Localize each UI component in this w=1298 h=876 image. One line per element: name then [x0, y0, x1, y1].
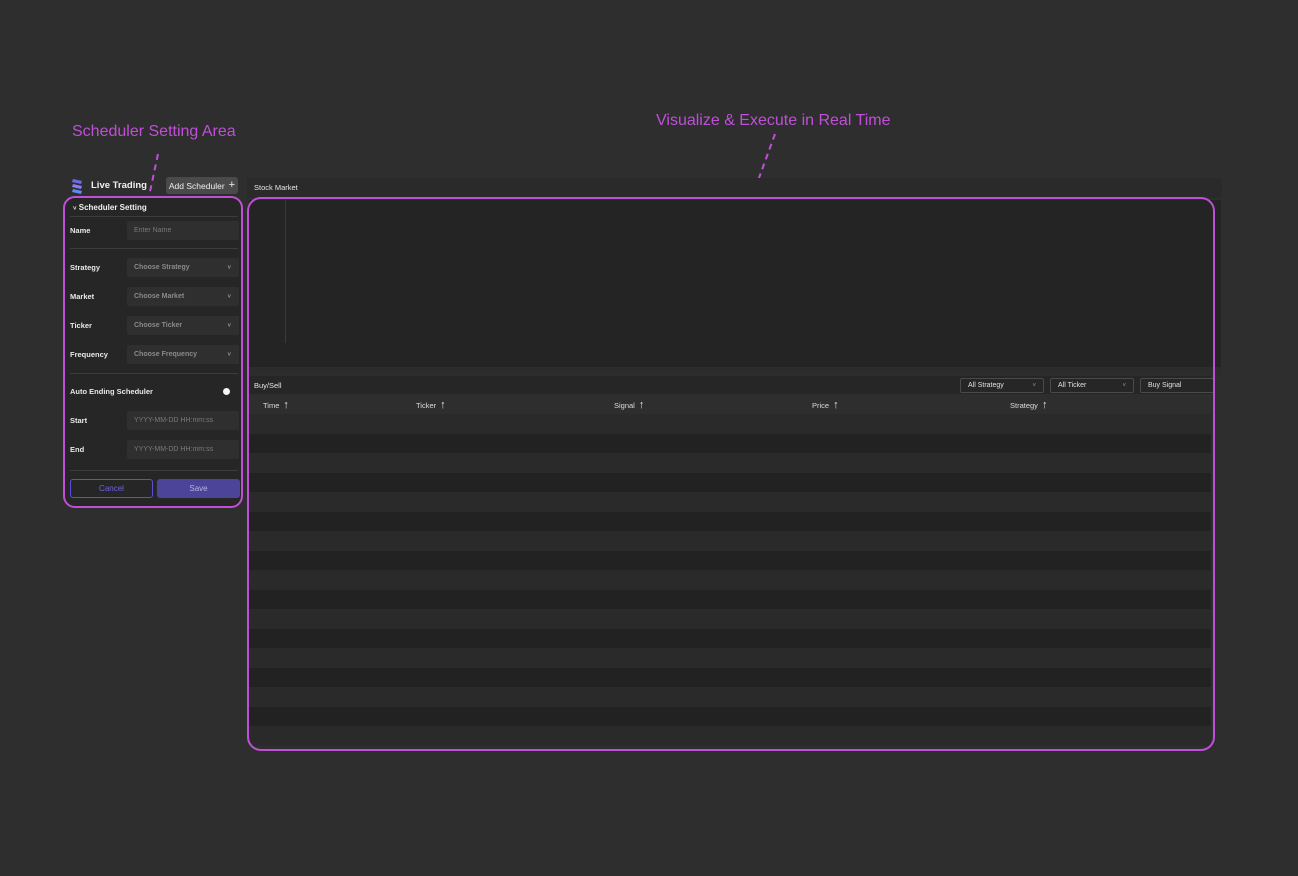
annotation-scheduler-area: Scheduler Setting Area: [72, 123, 236, 140]
end-label: End: [70, 445, 85, 454]
name-input[interactable]: Enter Name: [127, 221, 239, 240]
divider: [70, 216, 238, 217]
market-select[interactable]: Choose Market ˅: [127, 287, 239, 306]
scheduler-section-toggle[interactable]: ˅ Scheduler Setting: [73, 203, 147, 212]
annotation-pointer-right: [757, 133, 776, 180]
stock-market-header: [247, 178, 1222, 198]
scheduler-section-title: Scheduler Setting: [78, 203, 147, 212]
divider: [70, 470, 238, 471]
scheduler-setting-panel: ˅ Scheduler Setting Name Enter Name Stra…: [63, 196, 243, 508]
ticker-label: Ticker: [70, 321, 92, 330]
chevron-down-icon: ˅: [73, 206, 77, 212]
chevron-down-icon: ˅: [227, 322, 231, 329]
annotation-pointer-left: [149, 153, 159, 192]
auto-ending-label: Auto Ending Scheduler: [70, 387, 153, 396]
ticker-select[interactable]: Choose Ticker ˅: [127, 316, 239, 335]
ticker-select-value: Choose Ticker: [134, 322, 183, 329]
plus-icon: +: [228, 179, 236, 191]
auto-ending-toggle[interactable]: [223, 388, 230, 395]
frequency-select[interactable]: Choose Frequency ˅: [127, 345, 239, 364]
end-datetime-input[interactable]: YYYY-MM-DD HH:mm:ss: [127, 440, 239, 459]
divider: [70, 248, 238, 249]
save-button[interactable]: Save: [157, 479, 240, 498]
market-label: Market: [70, 292, 95, 301]
start-datetime-input[interactable]: YYYY-MM-DD HH:mm:ss: [127, 411, 239, 430]
annotation-visualize-area: Visualize & Execute in Real Time: [656, 112, 891, 129]
visualize-area-outline: [247, 197, 1215, 751]
chevron-down-icon: ˅: [227, 264, 231, 271]
chevron-down-icon: ˅: [227, 293, 231, 300]
add-scheduler-label: Add Scheduler: [168, 180, 225, 191]
strategy-select-value: Choose Strategy: [134, 264, 190, 271]
strategy-select[interactable]: Choose Strategy ˅: [127, 258, 239, 277]
chevron-down-icon: ˅: [227, 351, 231, 358]
strategy-label: Strategy: [70, 263, 101, 272]
stock-market-title: Stock Market: [254, 183, 298, 192]
divider: [70, 373, 238, 374]
frequency-label: Frequency: [70, 350, 108, 359]
frequency-select-value: Choose Frequency: [134, 351, 198, 358]
cancel-button[interactable]: Cancel: [70, 479, 153, 498]
add-scheduler-button[interactable]: Add Scheduler +: [166, 177, 238, 194]
start-label: Start: [70, 416, 88, 425]
app-title: Live Trading: [91, 180, 147, 191]
app-logo-icon: [72, 179, 82, 194]
market-select-value: Choose Market: [134, 293, 185, 300]
name-label: Name: [70, 226, 91, 235]
